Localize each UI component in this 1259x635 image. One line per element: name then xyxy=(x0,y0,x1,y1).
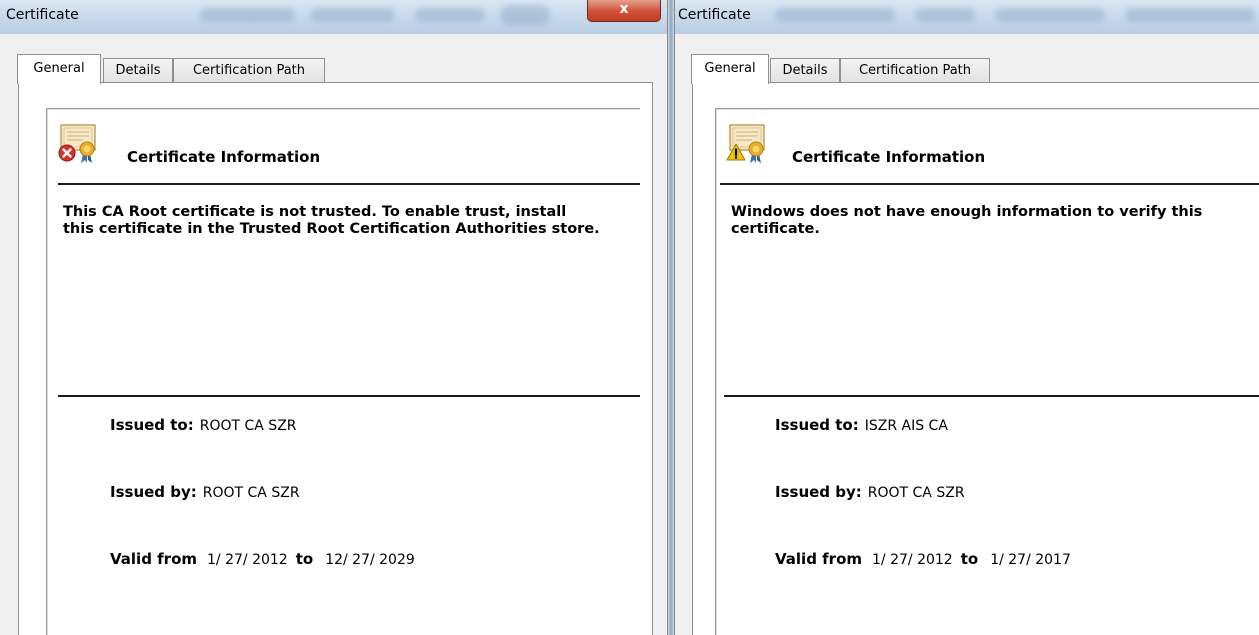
issued-by-row: Issued by: ROOT CA SZR xyxy=(110,483,300,501)
divider xyxy=(58,183,640,185)
tab-strip: General Details Certification Path xyxy=(675,54,1259,84)
trust-status-message: Windows does not have enough information… xyxy=(731,204,1203,237)
blurred-background xyxy=(415,8,485,22)
valid-from-value: 1/ 27/ 2012 xyxy=(872,552,953,568)
issued-by-value: ROOT CA SZR xyxy=(867,485,965,501)
window-title: Certificate xyxy=(6,7,79,23)
issued-by-row: Issued by: ROOT CA SZR xyxy=(775,483,965,501)
blurred-background xyxy=(915,8,975,22)
divider xyxy=(724,395,1259,397)
valid-from-label: Valid from xyxy=(775,550,863,568)
tab-general[interactable]: General xyxy=(17,54,101,84)
issued-to-label: Issued to: xyxy=(110,416,194,434)
valid-to-label: to xyxy=(960,550,979,568)
valid-from-value: 1/ 27/ 2012 xyxy=(207,552,288,568)
tab-certification-path[interactable]: Certification Path xyxy=(840,58,990,83)
issued-to-row: Issued to: ROOT CA SZR xyxy=(110,416,297,434)
dialog-client-area: General Details Certification Path Certi… xyxy=(0,34,667,635)
blurred-background xyxy=(775,8,895,22)
validity-row: Valid from 1/ 27/ 2012 to 12/ 27/ 2029 xyxy=(110,550,415,568)
issued-by-value: ROOT CA SZR xyxy=(202,485,300,501)
certificate-window-untrusted-root: Certificate x General Details Certificat… xyxy=(0,0,668,635)
dialog-client-area: General Details Certification Path Certi… xyxy=(675,34,1259,635)
valid-from-label: Valid from xyxy=(110,550,198,568)
window-title: Certificate xyxy=(678,7,751,23)
title-bar[interactable]: Certificate xyxy=(675,0,1259,34)
blurred-background xyxy=(995,8,1105,22)
valid-to-value: 1/ 27/ 2017 xyxy=(990,552,1071,568)
blurred-background xyxy=(310,8,395,22)
certificate-info-header: Certificate Information xyxy=(792,148,986,166)
certificate-info-box: Certificate Information Windows does not… xyxy=(715,108,1259,635)
tab-strip: General Details Certification Path xyxy=(0,54,667,84)
tab-panel-general: Certificate Information Windows does not… xyxy=(692,82,1259,635)
certificate-error-icon xyxy=(58,124,96,163)
tab-general[interactable]: General xyxy=(691,54,769,84)
tab-panel-general: Certificate Information This CA Root cer… xyxy=(18,82,653,635)
tab-certification-path[interactable]: Certification Path xyxy=(173,58,325,83)
blurred-background xyxy=(200,8,295,22)
title-bar[interactable]: Certificate x xyxy=(0,0,667,34)
valid-to-value: 12/ 27/ 2029 xyxy=(325,552,415,568)
certificate-window-intermediate: Certificate General Details Certificatio… xyxy=(674,0,1259,635)
blurred-background xyxy=(1125,8,1255,22)
issued-to-label: Issued to: xyxy=(775,416,859,434)
issued-by-label: Issued by: xyxy=(110,483,197,501)
issued-by-label: Issued by: xyxy=(775,483,862,501)
divider xyxy=(720,183,1259,185)
tab-details[interactable]: Details xyxy=(770,58,840,83)
certificate-info-header: Certificate Information xyxy=(127,148,321,166)
blurred-background xyxy=(500,5,550,25)
divider xyxy=(58,395,640,397)
issued-to-value: ISZR AIS CA xyxy=(864,418,948,434)
issued-to-row: Issued to: ISZR AIS CA xyxy=(775,416,948,434)
close-button[interactable]: x xyxy=(587,0,661,22)
valid-to-label: to xyxy=(295,550,314,568)
certificate-warning-icon xyxy=(726,124,765,163)
tab-details[interactable]: Details xyxy=(103,58,173,83)
issued-to-value: ROOT CA SZR xyxy=(199,418,297,434)
certificate-info-box: Certificate Information This CA Root cer… xyxy=(46,108,640,635)
close-icon: x xyxy=(619,1,629,17)
validity-row: Valid from 1/ 27/ 2012 to 1/ 27/ 2017 xyxy=(775,550,1071,568)
trust-status-message: This CA Root certificate is not trusted.… xyxy=(63,204,600,237)
